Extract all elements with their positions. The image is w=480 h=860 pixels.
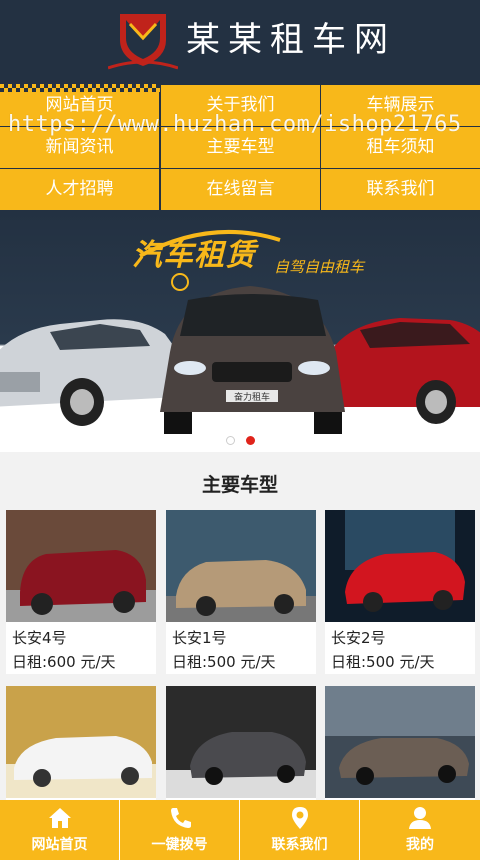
site-header: 某某租车网 — [0, 0, 480, 84]
car-photo-6 — [325, 686, 475, 798]
car-card-3[interactable]: 长安2号 日租:500 元/天 — [325, 510, 475, 674]
car-photo-5 — [166, 686, 316, 798]
silver-car — [0, 319, 178, 426]
slide-dot-1[interactable] — [226, 436, 235, 445]
car-card-2[interactable]: 长安1号 日租:500 元/天 — [166, 510, 316, 674]
license-plate: 奋力租车 — [234, 391, 270, 402]
nav-item-jobs[interactable]: 人才招聘 — [0, 169, 159, 210]
tab-contact[interactable]: 联系我们 — [240, 800, 359, 860]
nav-item-vehicles[interactable]: 车辆展示 — [321, 85, 480, 126]
tab-mine[interactable]: 我的 — [360, 800, 480, 860]
center-car: 奋力租车 — [160, 286, 345, 434]
car-name: 长安1号 — [172, 629, 227, 647]
location-icon — [291, 807, 308, 829]
car-price: 日租:500 元/天 — [331, 653, 435, 671]
tab-call-label: 一键拨号 — [151, 837, 208, 853]
car-name: 长安2号 — [331, 629, 386, 647]
car-price: 日租:600 元/天 — [12, 653, 116, 671]
site-title: 某某租车网 — [186, 20, 396, 60]
slide-dot-2[interactable] — [246, 436, 255, 445]
car-photo-4 — [6, 686, 156, 798]
tab-mine-label: 我的 — [406, 837, 434, 853]
nav-item-news[interactable]: 新闻资讯 — [0, 127, 159, 168]
car-photo-1 — [6, 510, 156, 622]
nav-item-about[interactable]: 关于我们 — [161, 85, 320, 126]
car-photo-3 — [325, 510, 475, 622]
red-car — [330, 318, 480, 424]
tab-contact-label: 联系我们 — [271, 837, 328, 853]
shield-logo-icon[interactable] — [108, 10, 178, 70]
nav-item-rental-terms[interactable]: 租车须知 — [321, 127, 480, 168]
car-card-4[interactable] — [6, 686, 156, 800]
banner-brand-text: 汽车租赁 — [132, 238, 256, 273]
car-price: 日租:500 元/天 — [172, 653, 276, 671]
phone-icon — [170, 808, 191, 828]
banner-slogan-text: 自驾自由租车 — [274, 258, 365, 276]
nav-item-contact[interactable]: 联系我们 — [321, 169, 480, 210]
tab-call[interactable]: 一键拨号 — [120, 800, 239, 860]
nav-item-messages[interactable]: 在线留言 — [161, 169, 320, 210]
tab-home[interactable]: 网站首页 — [0, 800, 119, 860]
nav-item-models[interactable]: 主要车型 — [161, 127, 320, 168]
nav-checker-decoration — [0, 84, 160, 92]
car-photo-2 — [166, 510, 316, 622]
banner-slider[interactable]: 奋力租车 汽车租赁 自驾自由租车 — [0, 212, 480, 452]
car-name: 长安4号 — [12, 629, 67, 647]
tab-home-label: 网站首页 — [31, 837, 88, 853]
home-icon — [48, 808, 71, 828]
section-title: 主要车型 — [201, 474, 278, 496]
car-card-5[interactable] — [166, 686, 316, 800]
user-icon — [409, 807, 431, 829]
bottom-tab-bar: 网站首页 一键拨号 联系我们 我的 — [0, 800, 480, 860]
car-card-1[interactable]: 长安4号 日租:600 元/天 — [6, 510, 156, 674]
car-card-6[interactable] — [325, 686, 475, 800]
